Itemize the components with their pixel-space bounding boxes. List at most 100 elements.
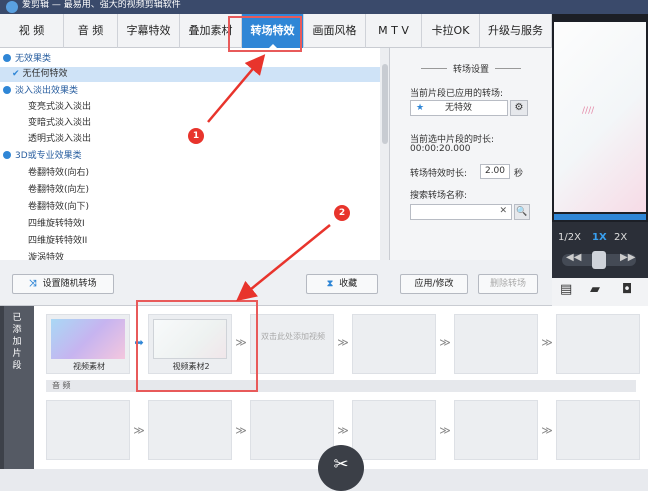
- tab-picture-style[interactable]: 画面风格: [304, 14, 366, 48]
- disk-icon[interactable]: ◘: [622, 282, 632, 297]
- search-label: 搜索转场名称:: [410, 191, 468, 201]
- transition-arrow-icon[interactable]: ≫: [540, 336, 554, 349]
- category-icon: [3, 86, 11, 94]
- speed-double[interactable]: 2X: [614, 232, 627, 243]
- tree-item[interactable]: 卷翻特效(向左): [0, 183, 380, 198]
- tree-category[interactable]: 3D或专业效果类: [0, 149, 380, 164]
- scroll-thumb[interactable]: [382, 64, 388, 144]
- transition-settings-button[interactable]: ⚙: [510, 100, 528, 116]
- category-icon: [3, 151, 11, 159]
- transition-settings: 转场设置 当前片段已应用的转场: ★ 无特效 ⚙ 当前选中片段的时长: 00:0…: [390, 48, 552, 260]
- annotation-box-clip: [136, 300, 258, 392]
- tree-item[interactable]: 卷翻特效(向右): [0, 166, 380, 181]
- annotation-box-tab: [228, 16, 302, 52]
- clear-icon[interactable]: ✕: [499, 206, 507, 216]
- empty-slot[interactable]: [454, 314, 538, 374]
- tree-category[interactable]: 淡入淡出效果类: [0, 84, 380, 99]
- effect-duration-label: 转场特效时长:: [410, 169, 468, 179]
- tree-item[interactable]: 卷翻特效(向下): [0, 200, 380, 215]
- empty-slot-text: 双击此处添加视频: [261, 332, 325, 341]
- tree-label: 淡入淡出效果类: [15, 86, 79, 96]
- open-folder-icon[interactable]: ▰: [590, 282, 600, 297]
- title-bar: 爱剪辑 — 最易用、强大的视频剪辑软件: [0, 0, 648, 14]
- added-clips-sidebar: 已添加片段: [0, 306, 34, 469]
- empty-slot[interactable]: [556, 400, 640, 460]
- applied-transition-field: ★ 无特效: [410, 100, 508, 116]
- speed-half[interactable]: 1/2X: [558, 232, 581, 243]
- collect-label: 收藏: [339, 279, 358, 289]
- category-icon: [3, 54, 11, 62]
- random-transition-button[interactable]: ⤨ 设置随机转场: [12, 274, 114, 294]
- clip-duration-value: 00:00:20.000: [410, 144, 471, 154]
- tab-mtv[interactable]: M T V: [366, 14, 422, 48]
- empty-slot[interactable]: [46, 400, 130, 460]
- speed-controls: 1/2X 1X 2X ◀◀ ▶▶: [552, 222, 648, 278]
- tab-subtitle-effects[interactable]: 字幕特效: [118, 14, 180, 48]
- star-icon: ★: [416, 103, 425, 113]
- save-project-icon[interactable]: ▤: [560, 282, 572, 297]
- empty-slot[interactable]: [556, 314, 640, 374]
- seek-handle[interactable]: [592, 251, 606, 269]
- settings-title: 转场设置: [390, 62, 552, 75]
- tab-upgrade-service[interactable]: 升级与服务: [480, 14, 552, 48]
- gear-icon: ⚙: [514, 102, 524, 113]
- annotation-badge-1: 1: [188, 128, 204, 144]
- empty-slot[interactable]: [352, 400, 436, 460]
- tree-item[interactable]: 变亮式淡入淡出: [0, 100, 380, 115]
- tab-video[interactable]: 视 频: [0, 14, 64, 48]
- tree-item[interactable]: 变暗式淡入淡出: [0, 116, 380, 131]
- clip-caption: 视频素材: [73, 362, 105, 371]
- transition-action-bar: ⤨ 设置随机转场 ⧗ 收藏 应用/修改 删除转场: [0, 260, 552, 306]
- tree-item[interactable]: 四维旋转特效I: [0, 217, 380, 232]
- scissors-icon: ✂: [333, 454, 349, 475]
- transition-arrow-icon[interactable]: ≫: [234, 424, 248, 437]
- transition-arrow-icon[interactable]: ≫: [438, 424, 452, 437]
- effect-duration-input[interactable]: 2.00: [480, 164, 510, 179]
- clip-thumbnail: [51, 319, 125, 359]
- empty-slot-add[interactable]: 双击此处添加视频: [250, 314, 334, 374]
- empty-slot[interactable]: [148, 400, 232, 460]
- added-clips-label: 已添加片段: [12, 313, 22, 371]
- delete-transition-button[interactable]: 删除转场: [478, 274, 538, 294]
- apply-modify-button[interactable]: 应用/修改: [400, 274, 468, 294]
- empty-slot[interactable]: [352, 314, 436, 374]
- collect-button[interactable]: ⧗ 收藏: [306, 274, 378, 294]
- tab-karaoke[interactable]: 卡拉OK: [422, 14, 480, 48]
- tree-label: 3D或专业效果类: [15, 151, 82, 161]
- transition-arrow-icon[interactable]: ≫: [438, 336, 452, 349]
- tree-item[interactable]: 漩涡特效: [0, 251, 380, 260]
- rewind-icon[interactable]: ◀◀: [566, 252, 581, 263]
- transition-arrow-icon[interactable]: ≫: [336, 424, 350, 437]
- preview-progress-bar[interactable]: [554, 214, 646, 220]
- transition-arrow-icon[interactable]: ≫: [336, 336, 350, 349]
- preview-panel: ////: [552, 14, 648, 222]
- effects-tree: 无效果类 ✔ 无任何特效 淡入淡出效果类 变亮式淡入淡出 变暗式淡入淡出 透明式淡…: [0, 48, 390, 260]
- search-icon: 🔍: [516, 207, 528, 217]
- speed-normal[interactable]: 1X: [592, 232, 607, 243]
- sidebar-edge: [0, 306, 4, 469]
- transition-search-input[interactable]: ✕: [410, 204, 512, 220]
- tab-audio[interactable]: 音 频: [64, 14, 118, 48]
- transition-arrow-icon[interactable]: ≫: [132, 424, 146, 437]
- annotation-badge-2: 2: [334, 205, 350, 221]
- clip-slot-1[interactable]: 视频素材: [46, 314, 130, 374]
- tree-item[interactable]: 四维旋转特效II: [0, 234, 380, 249]
- random-transition-label: 设置随机转场: [42, 279, 97, 289]
- search-button[interactable]: 🔍: [514, 204, 530, 220]
- shuffle-icon: ⤨: [29, 279, 37, 289]
- tree-item-selected[interactable]: ✔ 无任何特效: [0, 67, 380, 82]
- empty-slot[interactable]: [250, 400, 334, 460]
- audio-track-label: 音 频: [46, 380, 636, 392]
- preview-screen[interactable]: [554, 22, 646, 212]
- empty-slot[interactable]: [454, 400, 538, 460]
- window-title: 爱剪辑 — 最易用、强大的视频剪辑软件: [22, 0, 181, 10]
- tree-category[interactable]: 无效果类: [0, 52, 380, 67]
- forward-icon[interactable]: ▶▶: [620, 252, 635, 263]
- transition-arrow-icon[interactable]: ≫: [540, 424, 554, 437]
- split-clip-button[interactable]: ✂: [318, 445, 364, 491]
- check-icon: ✔: [12, 69, 20, 79]
- preview-decoration-icon: ////: [582, 106, 595, 116]
- applied-transition-value: 无特效: [445, 103, 473, 113]
- tree-scrollbar[interactable]: [380, 48, 389, 260]
- effect-duration-unit: 秒: [514, 169, 524, 179]
